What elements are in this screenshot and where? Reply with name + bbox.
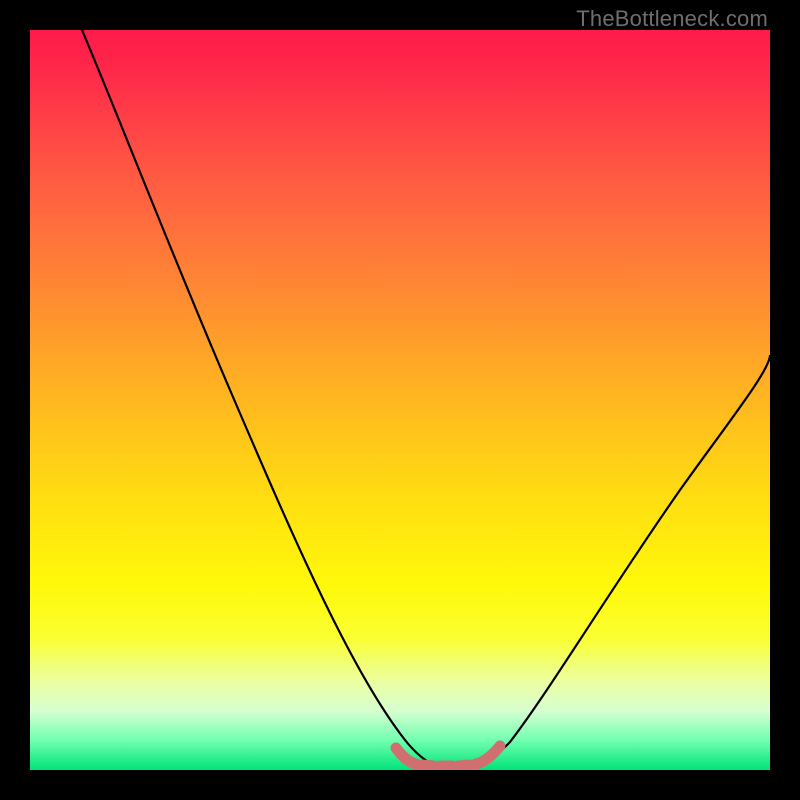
watermark-text: TheBottleneck.com [576,6,768,32]
bottleneck-curve [82,30,770,768]
plot-area [30,30,770,770]
curve-overlay [30,30,770,770]
chart-container: TheBottleneck.com [0,0,800,800]
